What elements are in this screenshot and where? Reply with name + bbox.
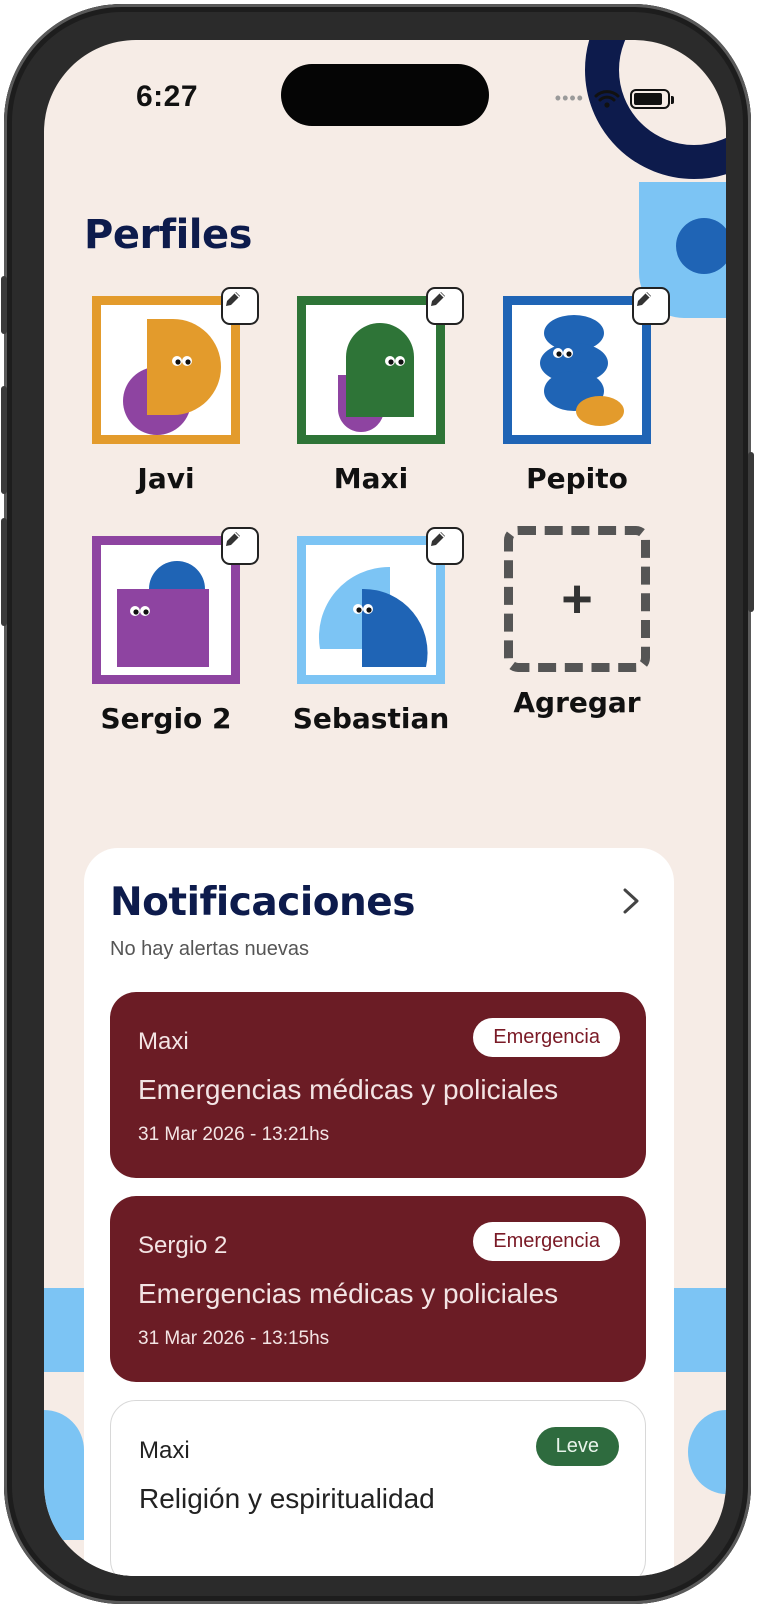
edit-profile-button[interactable] xyxy=(221,287,259,325)
plus-icon: + xyxy=(561,569,593,629)
notification-date: 31 Mar 2026 - 13:15hs xyxy=(138,1328,330,1349)
page-title: Perfiles xyxy=(84,212,252,258)
chevron-right-icon[interactable] xyxy=(620,886,642,916)
severity-badge: Emergencia xyxy=(473,1018,620,1057)
edit-profile-button[interactable] xyxy=(426,527,464,565)
profile-maxi[interactable]: Maxi xyxy=(286,287,464,495)
phone-frame: 6:27 •••• Perfiles Javi Maxi Pepito Serg… xyxy=(1,4,754,1604)
notification-message: Emergencias médicas y policiales xyxy=(138,1278,559,1309)
action-button xyxy=(1,276,7,334)
power-button xyxy=(748,452,754,612)
volume-down-button xyxy=(1,518,7,626)
edit-profile-button[interactable] xyxy=(426,287,464,325)
wifi-icon xyxy=(594,89,620,108)
profile-sebastian[interactable]: Sebastian xyxy=(286,527,464,735)
avatar[interactable] xyxy=(297,527,464,684)
pencil-icon xyxy=(637,292,651,306)
profile-javi[interactable]: Javi xyxy=(81,287,259,495)
add-profile-label: Agregar xyxy=(513,686,641,719)
profile-name: Maxi xyxy=(333,462,409,495)
avatar-character-icon xyxy=(318,566,428,667)
notifications-card: Notificaciones No hay alertas nuevas Max… xyxy=(84,848,674,1576)
avatar[interactable] xyxy=(503,287,670,444)
add-profile-frame[interactable]: + xyxy=(504,526,650,672)
profile-name: Sebastian xyxy=(292,702,450,735)
volume-up-button xyxy=(1,386,7,494)
profile-name: Javi xyxy=(137,462,195,495)
notification-profile: Sergio 2 xyxy=(138,1232,228,1259)
avatar[interactable] xyxy=(92,287,259,444)
notification-profile: Maxi xyxy=(138,1028,189,1055)
profile-pepito[interactable]: Pepito xyxy=(492,287,670,495)
notification-date: 31 Mar 2026 - 13:21hs xyxy=(138,1124,330,1145)
battery-icon xyxy=(630,88,674,109)
notification-item[interactable]: Maxi Leve Religión y espiritualidad xyxy=(110,1400,646,1576)
edit-profile-button[interactable] xyxy=(632,287,670,325)
profile-sergio-2[interactable]: Sergio 2 xyxy=(81,527,259,735)
status-time: 6:27 xyxy=(136,80,199,113)
notification-profile: Maxi xyxy=(139,1437,190,1464)
notifications-subtitle: No hay alertas nuevas xyxy=(110,938,310,960)
severity-badge: Emergencia xyxy=(473,1222,620,1261)
avatar-character-icon xyxy=(123,319,221,435)
avatar[interactable] xyxy=(92,527,259,684)
avatar-character-icon xyxy=(338,323,414,432)
notification-item[interactable]: Sergio 2 Emergencia Emergencias médicas … xyxy=(110,1196,646,1382)
avatar[interactable] xyxy=(297,287,464,444)
edit-profile-button[interactable] xyxy=(221,527,259,565)
severity-badge: Leve xyxy=(535,1427,619,1466)
pencil-icon xyxy=(431,292,445,306)
pencil-icon xyxy=(226,532,240,546)
notification-item[interactable]: Maxi Emergencia Emergencias médicas y po… xyxy=(110,992,646,1178)
avatar-character-icon xyxy=(117,561,209,667)
notification-message: Emergencias médicas y policiales xyxy=(138,1074,559,1105)
dynamic-island xyxy=(281,64,489,126)
avatar-character-icon xyxy=(540,315,624,426)
notifications-title[interactable]: Notificaciones xyxy=(110,880,415,925)
profile-name: Sergio 2 xyxy=(100,702,232,735)
notification-message: Religión y espiritualidad xyxy=(139,1483,435,1514)
app-screen: 6:27 •••• Perfiles Javi Maxi Pepito Serg… xyxy=(44,40,726,1576)
add-profile-button[interactable]: + Agregar xyxy=(492,526,662,719)
pencil-icon xyxy=(431,532,445,546)
status-icons: •••• xyxy=(554,88,674,109)
signal-icon: •••• xyxy=(554,88,584,108)
profile-name: Pepito xyxy=(526,462,628,495)
pencil-icon xyxy=(226,292,240,306)
